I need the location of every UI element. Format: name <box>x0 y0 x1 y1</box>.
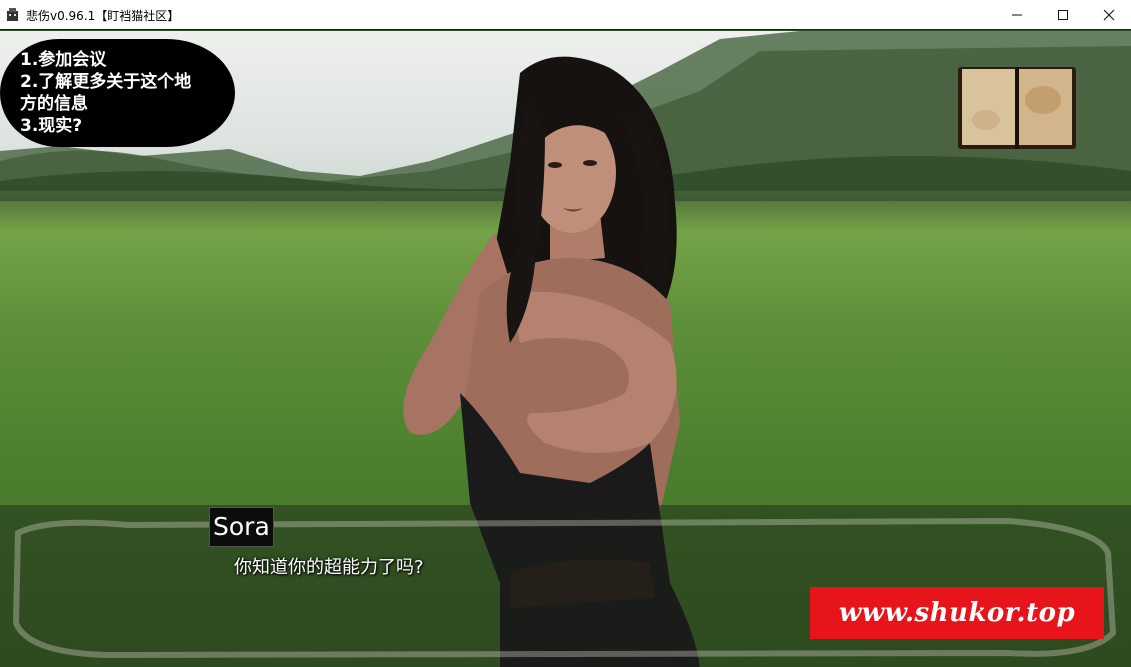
minimize-button[interactable] <box>994 0 1040 29</box>
choice-menu: 1.参加会议 2.了解更多关于这个地 方的信息 3.现实? <box>0 39 235 147</box>
maximize-button[interactable] <box>1040 0 1086 29</box>
close-icon <box>1103 9 1115 20</box>
speaker-name-box: Sora <box>209 507 274 547</box>
maximize-icon <box>1058 9 1068 20</box>
choice-learn-more[interactable]: 2.了解更多关于这个地 <box>20 71 191 93</box>
journal-book-icon[interactable] <box>958 65 1076 149</box>
speaker-name: Sora <box>213 512 270 541</box>
app-icon <box>7 8 18 21</box>
title-bar: 悲伤v0.96.1【盯裆猫社区】 <box>0 0 1131 30</box>
choice-learn-more-cont[interactable]: 方的信息 <box>20 93 88 115</box>
choice-reality[interactable]: 3.现实? <box>20 115 82 137</box>
window-title: 悲伤v0.96.1【盯裆猫社区】 <box>26 9 180 23</box>
dialogue-text: 你知道你的超能力了吗? <box>234 557 424 578</box>
choice-attend-meeting[interactable]: 1.参加会议 <box>20 49 106 71</box>
game-stage[interactable]: 1.参加会议 2.了解更多关于这个地 方的信息 3.现实? Sora 你知道你的… <box>0 31 1131 667</box>
watermark-banner: www.shukor.top <box>810 587 1104 639</box>
minimize-icon <box>1012 14 1022 15</box>
watermark-text: www.shukor.top <box>838 598 1076 628</box>
close-button[interactable] <box>1086 0 1131 29</box>
